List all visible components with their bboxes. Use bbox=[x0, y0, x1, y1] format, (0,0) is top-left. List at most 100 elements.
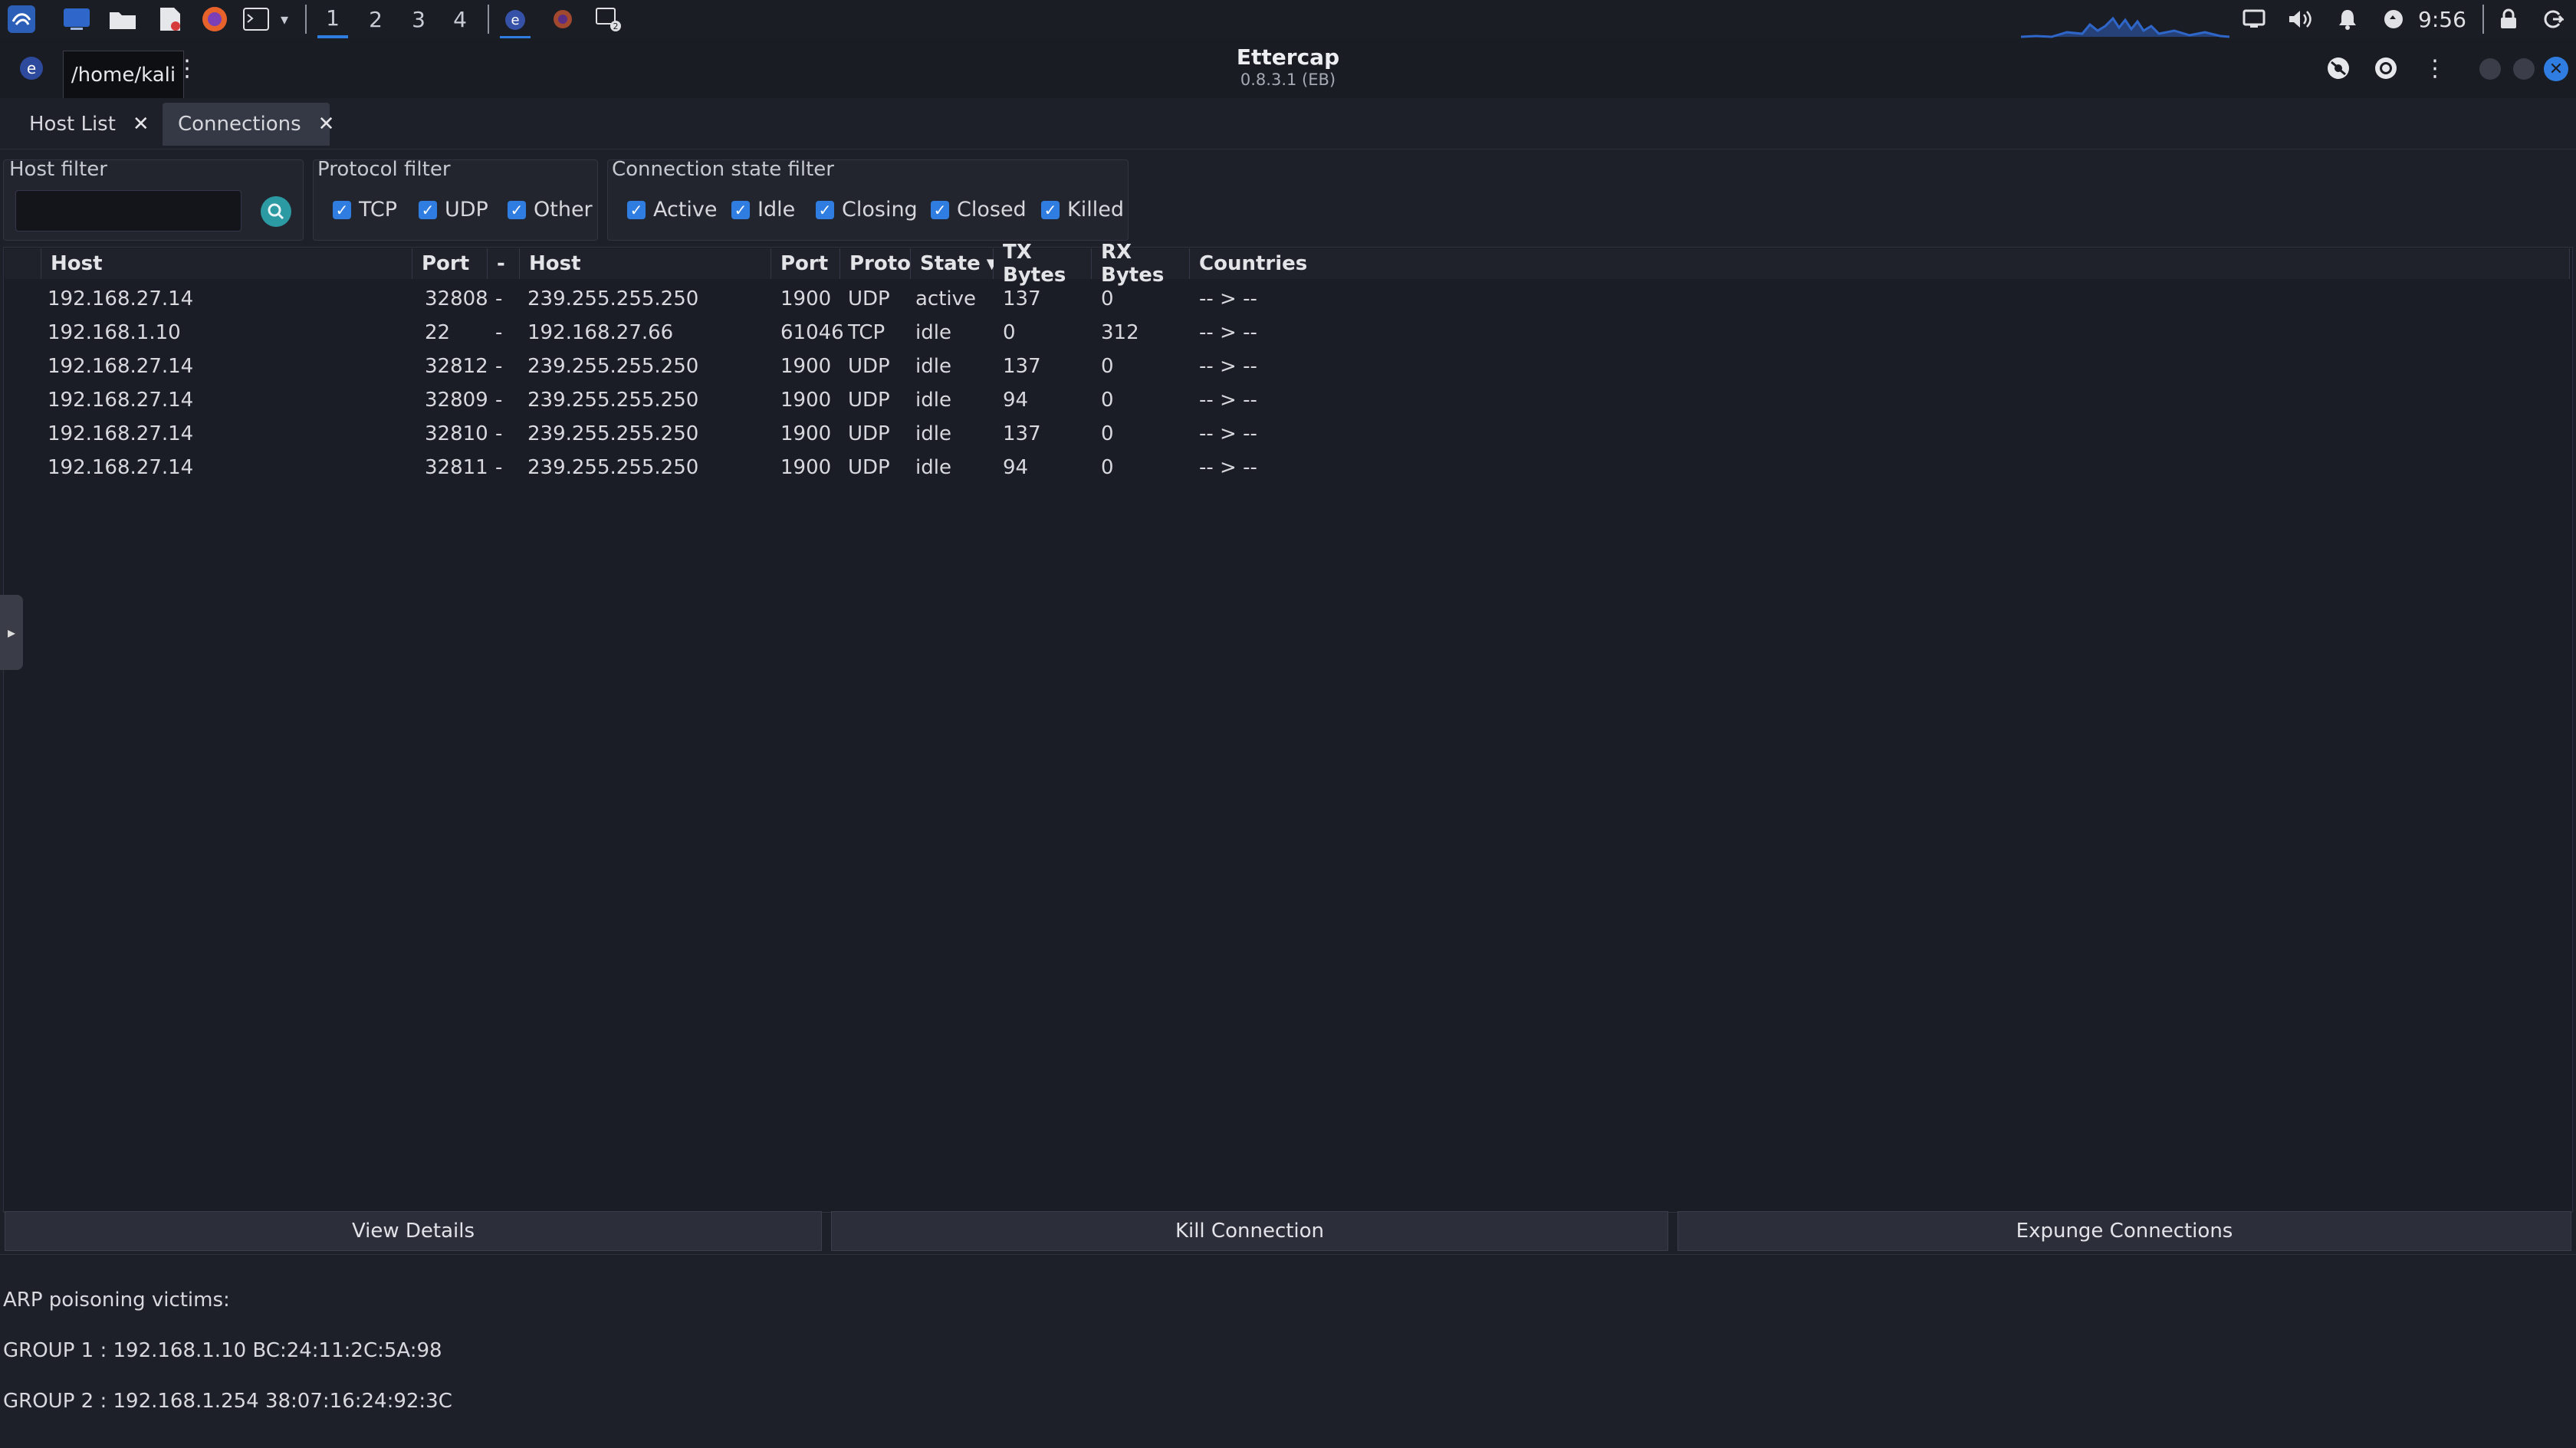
kali-menu-icon[interactable] bbox=[6, 4, 37, 34]
column-header-state[interactable]: State ▼ bbox=[911, 248, 997, 279]
workspace-4[interactable]: 4 bbox=[445, 0, 475, 38]
cell-countries: -- > -- bbox=[1199, 287, 1257, 310]
triangle-right-icon: ▸ bbox=[7, 623, 16, 642]
table-row[interactable]: 192.168.1.10 22 - 192.168.27.66 61046 TCP idle… bbox=[5, 316, 2570, 350]
cell-dest-host: 239.255.255.250 bbox=[527, 456, 699, 479]
side-panel-toggle[interactable]: ▸ bbox=[0, 595, 23, 670]
stop-capture-icon[interactable] bbox=[2367, 52, 2404, 84]
cell-proto: UDP bbox=[848, 389, 890, 412]
column-header-source-port[interactable]: Port bbox=[412, 248, 488, 279]
minimize-button[interactable] bbox=[2479, 58, 2501, 80]
host-filter-input[interactable] bbox=[15, 190, 242, 231]
cell-proto: UDP bbox=[848, 287, 890, 310]
table-row[interactable]: 192.168.27.14 32811- 239.255.255.250 1900 UD… bbox=[5, 451, 2570, 484]
volume-icon[interactable] bbox=[2285, 4, 2315, 34]
checkbox-label: Killed bbox=[1067, 198, 1124, 222]
column-header-dest-port[interactable]: Port bbox=[771, 248, 840, 279]
cell-rx-bytes: 0 bbox=[1101, 389, 1114, 412]
expunge-connections-button[interactable]: Expunge Connections bbox=[1677, 1211, 2571, 1251]
closed-checkbox[interactable]: ✓ Closed bbox=[931, 198, 1027, 222]
column-header-tx-bytes[interactable]: TX Bytes bbox=[994, 241, 1092, 287]
window-titlebar: e Ettercap 0.8.3.1 (EB) bbox=[0, 38, 2576, 98]
network-status-icon[interactable] bbox=[2378, 4, 2409, 34]
tab-host-list[interactable]: Host List ✕ bbox=[14, 103, 165, 146]
text-editor-icon[interactable] bbox=[155, 4, 186, 34]
kill-connection-button[interactable]: Kill Connection bbox=[831, 1211, 1668, 1251]
cell-rx-bytes: 312 bbox=[1101, 321, 1139, 344]
clock[interactable]: 9:56 bbox=[2418, 0, 2466, 38]
logout-icon[interactable] bbox=[2538, 4, 2568, 34]
other-checkbox[interactable]: ✓ Other bbox=[508, 198, 593, 222]
workspace-1[interactable]: 1 bbox=[317, 0, 348, 38]
ettercap-app-icon: e bbox=[18, 55, 44, 84]
cell-direction: - bbox=[495, 456, 503, 479]
search-button[interactable] bbox=[261, 196, 291, 227]
table-row[interactable]: 192.168.27.14 32810- 239.255.255.250 1900 UD… bbox=[5, 417, 2570, 451]
close-window-button[interactable]: ✕ bbox=[2544, 57, 2568, 81]
check-icon: ✓ bbox=[1041, 200, 1060, 219]
cell-countries: -- > -- bbox=[1199, 422, 1257, 445]
column-header-state-label: State bbox=[920, 252, 981, 275]
protocol-filter-title: Protocol filter bbox=[317, 158, 451, 181]
cell-countries: -- > -- bbox=[1199, 389, 1257, 412]
cell-rx-bytes: 0 bbox=[1101, 422, 1114, 445]
table-row[interactable]: 192.168.27.14 32808- 239.255.255.250 1900 UD… bbox=[5, 282, 2570, 316]
idle-checkbox[interactable]: ✓ Idle bbox=[731, 198, 795, 222]
column-header-dest-host[interactable]: Host bbox=[520, 248, 771, 279]
cell-dest-host: 239.255.255.250 bbox=[527, 389, 699, 412]
cell-state: idle bbox=[915, 422, 951, 445]
close-icon[interactable]: ✕ bbox=[133, 113, 150, 136]
cell-tx-bytes: 137 bbox=[1003, 422, 1041, 445]
cell-tx-bytes: 137 bbox=[1003, 287, 1041, 310]
chevron-down-icon[interactable]: ▾ bbox=[273, 4, 296, 34]
notification-bell-icon[interactable] bbox=[2332, 4, 2363, 34]
firefox-task-icon[interactable] bbox=[547, 4, 578, 34]
cell-direction: - bbox=[495, 287, 503, 310]
checkbox-label: Active bbox=[653, 198, 718, 222]
cell-source-port: 32812 bbox=[425, 355, 488, 378]
column-header-source-host[interactable]: Host bbox=[41, 248, 412, 279]
more-options-icon[interactable]: ⋮ bbox=[2417, 52, 2453, 84]
cell-direction: - bbox=[495, 355, 503, 378]
cell-countries: -- > -- bbox=[1199, 321, 1257, 344]
killed-checkbox[interactable]: ✓ Killed bbox=[1041, 198, 1124, 222]
column-header-direction[interactable]: - bbox=[488, 248, 520, 279]
globe-icon[interactable] bbox=[2320, 52, 2357, 84]
column-header-rx-bytes[interactable]: RX Bytes bbox=[1092, 241, 1190, 287]
terminal-task-icon[interactable]: 2 bbox=[593, 4, 624, 34]
cell-source-port: 22 bbox=[425, 321, 451, 344]
cell-source-port: 32810 bbox=[425, 422, 488, 445]
close-icon[interactable]: ✕ bbox=[318, 113, 335, 136]
column-header-proto[interactable]: Proto bbox=[840, 248, 911, 279]
display-icon[interactable] bbox=[2239, 4, 2269, 34]
tab-connections[interactable]: Connections ✕ bbox=[163, 103, 334, 146]
active-checkbox[interactable]: ✓ Active bbox=[627, 198, 718, 222]
state-filter-title: Connection state filter bbox=[612, 158, 834, 181]
firefox-icon[interactable] bbox=[199, 4, 230, 34]
table-row[interactable]: 192.168.27.14 32809- 239.255.255.250 1900 UD… bbox=[5, 383, 2570, 417]
maximize-button[interactable] bbox=[2513, 58, 2535, 80]
tab-label: Connections bbox=[178, 113, 301, 136]
log-output[interactable]: ARP poisoning victims: GROUP 1 : 192.168… bbox=[0, 1254, 2576, 1448]
view-details-button[interactable]: View Details bbox=[5, 1211, 822, 1251]
cell-source-port: 32809 bbox=[425, 389, 488, 412]
workspace-3[interactable]: 3 bbox=[403, 0, 434, 38]
column-header-select[interactable] bbox=[5, 248, 41, 279]
ettercap-task-icon[interactable]: e bbox=[500, 4, 531, 39]
workspace-2[interactable]: 2 bbox=[360, 0, 391, 38]
cell-dest-host: 239.255.255.250 bbox=[527, 422, 699, 445]
file-manager-icon[interactable] bbox=[107, 4, 138, 34]
udp-checkbox[interactable]: ✓ UDP bbox=[419, 198, 488, 222]
panel-separator bbox=[305, 5, 307, 34]
tab-bar bbox=[0, 98, 2576, 149]
column-header-countries[interactable]: Countries bbox=[1190, 248, 2570, 279]
lock-icon[interactable] bbox=[2493, 4, 2524, 34]
tcp-checkbox[interactable]: ✓ TCP bbox=[333, 198, 397, 222]
table-row[interactable]: 192.168.27.14 32812- 239.255.255.250 1900 UD… bbox=[5, 350, 2570, 383]
host-filter-title: Host filter bbox=[9, 158, 107, 181]
panel-separator bbox=[2482, 5, 2484, 34]
terminal-icon[interactable] bbox=[241, 4, 271, 34]
desktop-icon[interactable] bbox=[61, 4, 92, 34]
closing-checkbox[interactable]: ✓ Closing bbox=[816, 198, 918, 222]
cell-state: idle bbox=[915, 321, 951, 344]
